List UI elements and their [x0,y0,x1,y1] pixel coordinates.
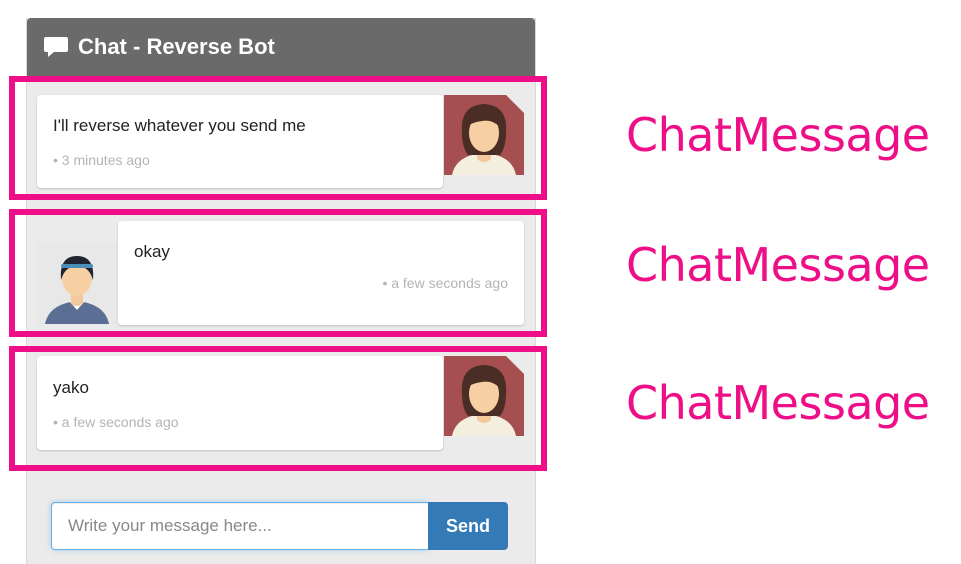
chat-header: Chat - Reverse Bot [27,18,535,76]
chat-message-highlight [9,346,547,471]
chat-title: Chat - Reverse Bot [78,34,275,59]
chat-message-highlight [9,76,547,200]
comment-icon [44,37,68,57]
send-button[interactable]: Send [428,502,508,550]
message-composer: Send [51,502,508,550]
chat-message-annotation-label: ChatMessage [626,238,930,292]
chat-message-highlight [9,209,547,337]
chat-message-annotation-label: ChatMessage [626,108,930,162]
message-input[interactable] [51,502,428,550]
chat-message-annotation-label: ChatMessage [626,376,930,430]
